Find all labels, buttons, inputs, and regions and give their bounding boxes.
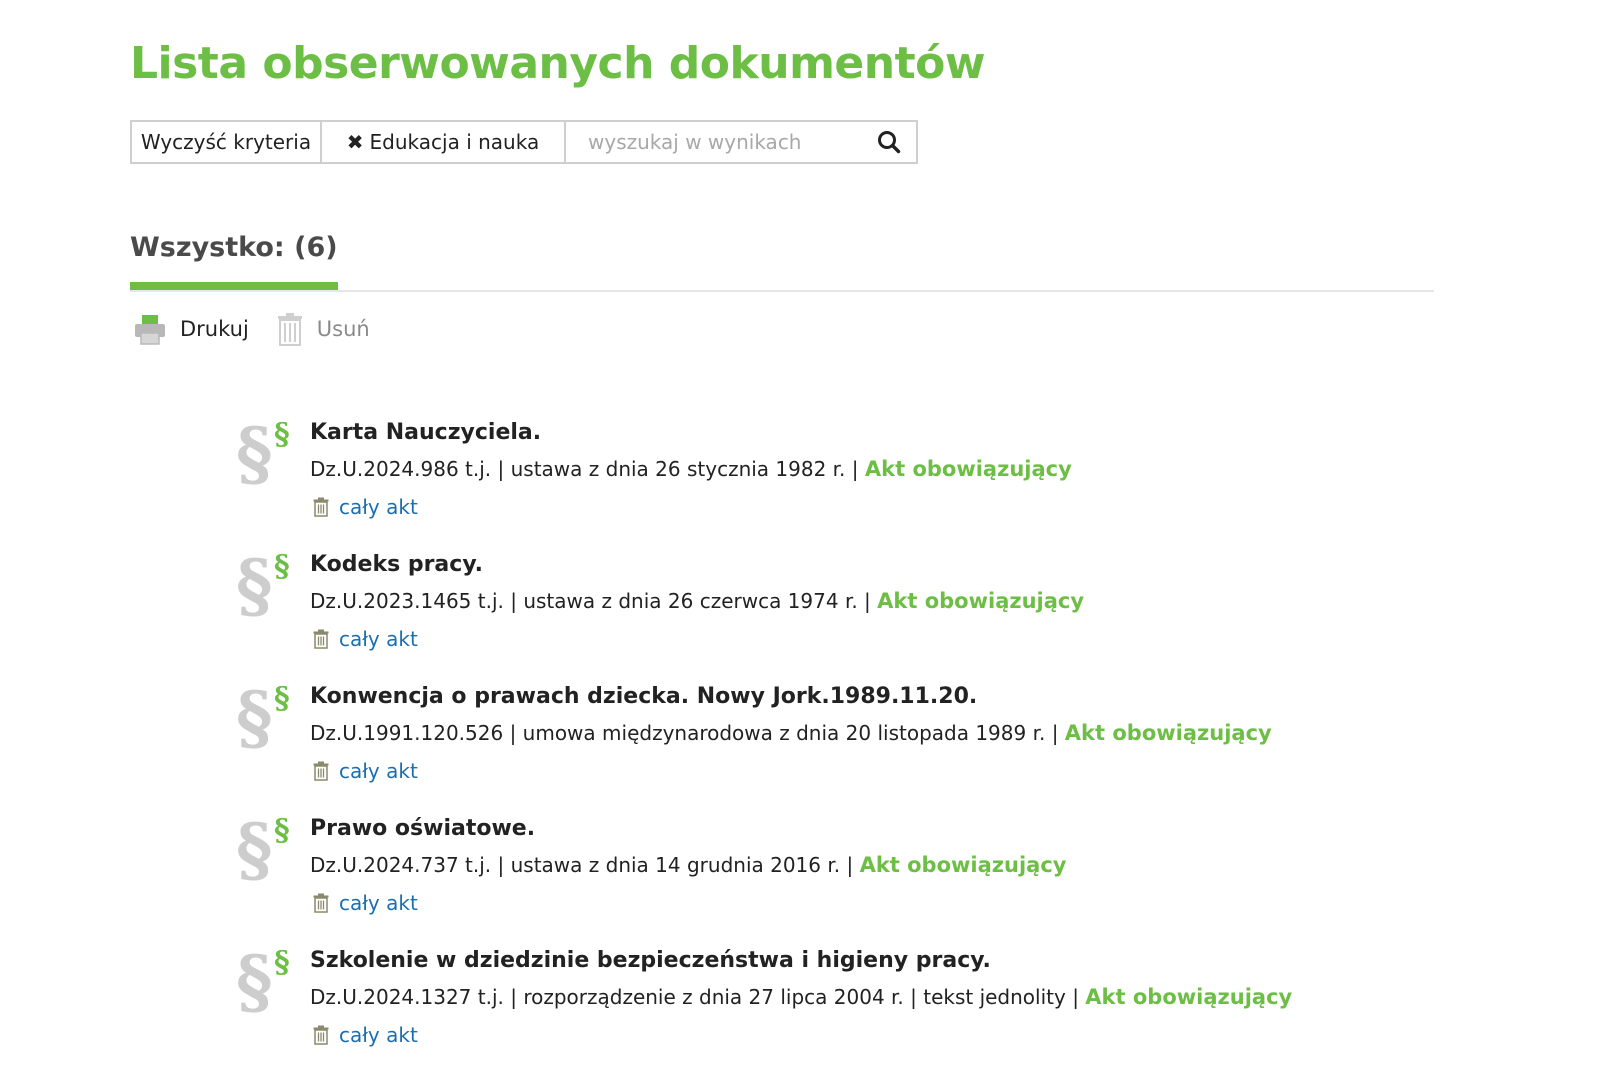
document-meta: Dz.U.1991.120.526 | umowa międzynarodowa… [310, 721, 1272, 745]
list-item: § § Konwencja o prawach dziecka. Nowy Jo… [238, 684, 1418, 816]
document-meta-text: Dz.U.2024.986 t.j. | ustawa z dnia 26 st… [310, 457, 865, 481]
trash-icon [277, 313, 302, 346]
document-meta-text: Dz.U.2024.1327 t.j. | rozporządzenie z d… [310, 985, 1086, 1009]
list-item: § § Prawo oświatowe. Dz.U.2024.737 t.j. … [238, 816, 1418, 948]
document-meta: Dz.U.2024.737 t.j. | ustawa z dnia 14 gr… [310, 853, 1066, 877]
document-link-row: cały akt [310, 759, 1272, 783]
paragraph-icon: § § [238, 420, 290, 492]
svg-text:§: § [238, 684, 273, 756]
document-title[interactable]: Karta Nauczyciela. [310, 420, 1072, 445]
document-meta-text: Dz.U.2024.737 t.j. | ustawa z dnia 14 gr… [310, 853, 860, 877]
document-link-row: cały akt [310, 891, 1066, 915]
document-title[interactable]: Kodeks pracy. [310, 552, 1084, 577]
search-icon[interactable] [876, 129, 902, 155]
delete-label: Usuń [316, 317, 370, 341]
whole-act-link[interactable]: cały akt [339, 1023, 418, 1047]
list-item: § § Szkolenie w dziedzinie bezpieczeństw… [238, 948, 1418, 1080]
svg-text:§: § [274, 420, 290, 452]
print-button[interactable]: Drukuj [134, 313, 249, 345]
document-title[interactable]: Szkolenie w dziedzinie bezpieczeństwa i … [310, 948, 1292, 973]
clear-criteria-button[interactable]: Wyczyść kryteria [132, 122, 322, 162]
page: Lista obserwowanych dokumentów Wyczyść k… [0, 0, 1600, 1067]
search-wrap [566, 122, 916, 162]
trash-icon[interactable] [313, 629, 329, 649]
document-meta: Dz.U.2024.986 t.j. | ustawa z dnia 26 st… [310, 457, 1072, 481]
document-status: Akt obowiązujący [1085, 985, 1293, 1009]
list-item: § § Kodeks pracy. Dz.U.2023.1465 t.j. | … [238, 552, 1418, 684]
trash-icon[interactable] [313, 761, 329, 781]
filter-bar: Wyczyść kryteria ✖ Edukacja i nauka [130, 120, 918, 164]
paragraph-icon: § § [238, 948, 290, 1020]
whole-act-link[interactable]: cały akt [339, 627, 418, 651]
whole-act-link[interactable]: cały akt [339, 891, 418, 915]
svg-text:§: § [274, 948, 290, 980]
svg-text:§: § [238, 816, 273, 888]
document-body: Karta Nauczyciela. Dz.U.2024.986 t.j. | … [310, 420, 1072, 519]
document-body: Prawo oświatowe. Dz.U.2024.737 t.j. | us… [310, 816, 1066, 915]
trash-icon[interactable] [313, 497, 329, 517]
document-meta-text: Dz.U.2023.1465 t.j. | ustawa z dnia 26 c… [310, 589, 878, 613]
document-link-row: cały akt [310, 1023, 1292, 1047]
page-title: Lista obserwowanych dokumentów [130, 38, 986, 89]
delete-button[interactable]: Usuń [277, 312, 370, 346]
remove-filter-icon[interactable]: ✖ [347, 130, 364, 154]
trash-icon[interactable] [313, 893, 329, 913]
document-link-row: cały akt [310, 495, 1072, 519]
document-status: Akt obowiązujący [877, 589, 1085, 613]
trash-icon[interactable] [313, 1025, 329, 1045]
document-meta: Dz.U.2024.1327 t.j. | rozporządzenie z d… [310, 985, 1292, 1009]
document-link-row: cały akt [310, 627, 1084, 651]
paragraph-icon: § § [238, 552, 290, 624]
whole-act-link[interactable]: cały akt [339, 759, 418, 783]
document-status: Akt obowiązujący [1064, 721, 1272, 745]
whole-act-link[interactable]: cały akt [339, 495, 418, 519]
document-meta-text: Dz.U.1991.120.526 | umowa międzynarodowa… [310, 721, 1065, 745]
tab-all[interactable]: Wszystko: (6) [130, 232, 338, 290]
paragraph-icon: § § [238, 684, 290, 756]
list-item: § § Karta Nauczyciela. Dz.U.2024.986 t.j… [238, 420, 1418, 552]
svg-text:§: § [238, 552, 273, 624]
document-body: Szkolenie w dziedzinie bezpieczeństwa i … [310, 948, 1292, 1047]
document-body: Konwencja o prawach dziecka. Nowy Jork.1… [310, 684, 1272, 783]
actions-toolbar: Drukuj Usuń [134, 312, 398, 346]
tab-bar: Wszystko: (6) [130, 232, 1434, 292]
svg-text:§: § [274, 552, 290, 584]
svg-text:§: § [274, 816, 290, 848]
paragraph-icon: § § [238, 816, 290, 888]
filter-tag-education[interactable]: ✖ Edukacja i nauka [322, 122, 566, 162]
svg-text:§: § [238, 948, 273, 1020]
document-body: Kodeks pracy. Dz.U.2023.1465 t.j. | usta… [310, 552, 1084, 651]
svg-text:§: § [274, 684, 290, 716]
svg-text:§: § [238, 420, 273, 492]
print-label: Drukuj [180, 317, 249, 341]
filter-tag-label: Edukacja i nauka [369, 130, 540, 154]
document-status: Akt obowiązujący [859, 853, 1067, 877]
printer-icon [135, 315, 165, 345]
document-status: Akt obowiązujący [864, 457, 1072, 481]
document-meta: Dz.U.2023.1465 t.j. | ustawa z dnia 26 c… [310, 589, 1084, 613]
search-input[interactable] [566, 122, 916, 162]
document-list: § § Karta Nauczyciela. Dz.U.2024.986 t.j… [238, 420, 1418, 1080]
document-title[interactable]: Prawo oświatowe. [310, 816, 1066, 841]
document-title[interactable]: Konwencja o prawach dziecka. Nowy Jork.1… [310, 684, 1272, 709]
